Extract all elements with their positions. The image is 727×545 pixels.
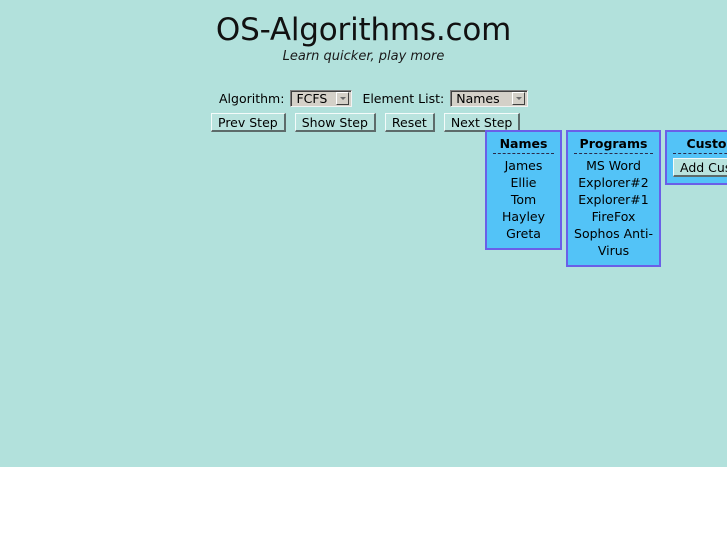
- list-item[interactable]: Tom: [493, 191, 554, 208]
- algorithm-select[interactable]: FCFS: [290, 90, 353, 107]
- algorithm-label: Algorithm:: [219, 91, 285, 106]
- prev-step-button[interactable]: Prev Step: [211, 113, 286, 132]
- panel-names: Names James Ellie Tom Hayley Greta: [485, 130, 562, 250]
- list-item[interactable]: Explorer#1: [574, 191, 653, 208]
- panel-programs: Programs MS Word Explorer#2 Explorer#1 F…: [566, 130, 661, 267]
- algorithm-select-value: FCFS: [296, 91, 328, 106]
- step-controls-row: Prev Step Show Step Reset Next Step: [211, 113, 521, 132]
- reset-button[interactable]: Reset: [384, 113, 435, 132]
- panel-divider: [493, 153, 554, 154]
- page-subtitle: Learn quicker, play more: [282, 49, 445, 64]
- list-item[interactable]: MS Word: [574, 157, 653, 174]
- list-item[interactable]: FireFox: [574, 208, 653, 225]
- list-item[interactable]: James: [493, 157, 554, 174]
- element-list-select-value: Names: [456, 91, 500, 106]
- chevron-down-icon[interactable]: [336, 92, 350, 105]
- list-item[interactable]: Greta: [493, 225, 554, 242]
- list-item[interactable]: Explorer#2: [574, 174, 653, 191]
- panel-custom-title: Custom: [686, 136, 727, 151]
- list-item[interactable]: Hayley: [493, 208, 554, 225]
- page-background: OS-Algorithms.com Learn quicker, play mo…: [0, 0, 727, 467]
- controls-row: Algorithm: FCFS Element List: Names: [219, 89, 538, 108]
- add-custom-button[interactable]: Add Custom: [673, 158, 727, 177]
- panel-programs-title: Programs: [579, 136, 648, 151]
- element-list-select[interactable]: Names: [450, 90, 529, 107]
- element-list-label: Element List:: [362, 91, 445, 106]
- panel-names-title: Names: [499, 136, 548, 151]
- list-item[interactable]: Ellie: [493, 174, 554, 191]
- panel-divider: [673, 153, 727, 154]
- list-item[interactable]: Sophos Anti-Virus: [574, 225, 653, 259]
- chevron-down-icon[interactable]: [512, 92, 526, 105]
- page-title: OS-Algorithms.com: [215, 12, 512, 48]
- panel-custom: Custom Add Custom: [665, 130, 727, 185]
- show-step-button[interactable]: Show Step: [294, 113, 376, 132]
- panel-divider: [574, 153, 653, 154]
